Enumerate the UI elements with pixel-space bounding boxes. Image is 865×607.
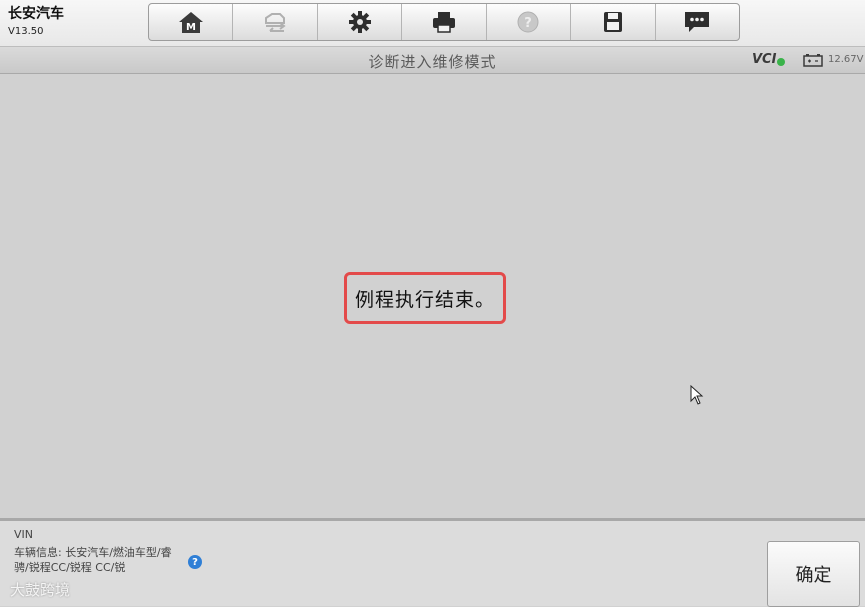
- help-icon[interactable]: ?: [188, 555, 202, 569]
- settings-button[interactable]: [318, 4, 403, 40]
- vehicle-swap-button[interactable]: [233, 4, 318, 40]
- vci-status-icon: [777, 58, 785, 66]
- home-button[interactable]: M: [149, 4, 234, 40]
- printer-icon: [432, 12, 455, 33]
- help-circle-icon: ?: [517, 11, 539, 33]
- message-button[interactable]: [656, 4, 739, 40]
- save-icon: [603, 12, 622, 32]
- svg-text:?: ?: [525, 16, 533, 31]
- app-brand: 长安汽车 V13.50: [8, 5, 64, 39]
- vehicle-swap-icon: [265, 13, 286, 32]
- home-icon: M: [178, 12, 203, 33]
- save-button[interactable]: [571, 4, 656, 40]
- footer-panel: VIN 车辆信息: 长安汽车/燃油车型/睿骋/锐程CC/锐程 CC/锐 ? 大鼓…: [0, 518, 865, 607]
- vci-label: VCI: [752, 52, 777, 67]
- print-button[interactable]: [402, 4, 487, 40]
- vin-label: VIN: [14, 528, 33, 541]
- title-strip: 诊断进入维修模式 VCI 12.67V: [0, 47, 865, 74]
- watermark-text: 大鼓跨境: [10, 581, 71, 599]
- confirm-button[interactable]: 确定: [767, 541, 860, 607]
- help-button[interactable]: ?: [487, 4, 572, 40]
- voltage-readout: 12.67V: [828, 54, 864, 65]
- svg-text:M: M: [186, 22, 196, 33]
- message-icon: [685, 12, 710, 32]
- app-title: 长安汽车: [8, 6, 64, 22]
- message-text: 例程执行结束。: [354, 288, 495, 311]
- page-title: 诊断进入维修模式: [368, 53, 497, 71]
- mouse-cursor-icon: [690, 385, 704, 405]
- message-box: 例程执行结束。: [344, 272, 506, 324]
- main-toolbar: M ?: [148, 3, 740, 41]
- vehicle-info: 车辆信息: 长安汽车/燃油车型/睿骋/锐程CC/锐程 CC/锐: [14, 546, 172, 574]
- battery-icon: [803, 54, 823, 67]
- top-bar: 长安汽车 V13.50 M ?: [0, 0, 865, 47]
- app-version: V13.50: [8, 26, 44, 37]
- gear-icon: [348, 11, 371, 33]
